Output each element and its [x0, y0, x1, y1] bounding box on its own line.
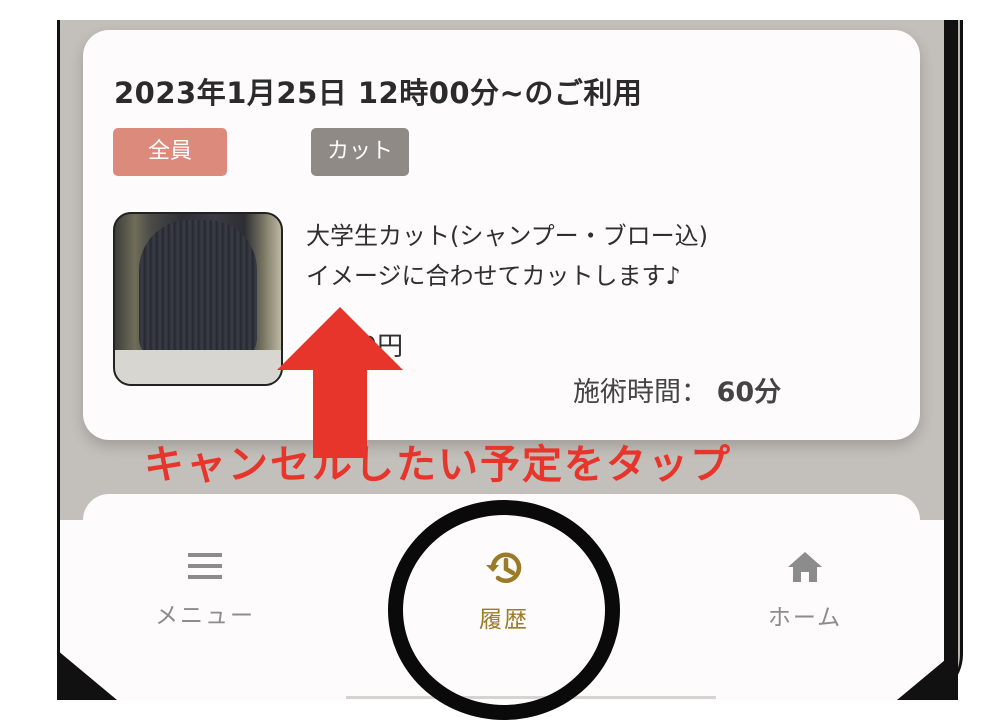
nav-home[interactable]: ホーム: [725, 550, 885, 632]
screenshot-stage: 2023年1月25日 12時00分~のご利用 全員 カット 大学生カット(シャン…: [0, 0, 1002, 720]
treatment-duration: 施術時間： 60分: [573, 370, 781, 409]
target-tag: 全員: [113, 128, 227, 176]
cape-image: [115, 350, 281, 384]
hair-image: [139, 220, 257, 362]
menu-photo: [113, 212, 283, 386]
category-tag: カット: [311, 128, 409, 176]
menu-icon: [188, 553, 222, 579]
nav-menu-label: メニュー: [155, 603, 255, 629]
home-icon: [788, 552, 822, 582]
menu-description: 大学生カット(シャンプー・ブロー込) イメージに合わせてカットします♪: [306, 216, 708, 296]
nav-home-label: ホーム: [767, 605, 843, 631]
reservation-card[interactable]: 2023年1月25日 12時00分~のご利用 全員 カット 大学生カット(シャン…: [83, 30, 920, 440]
nav-menu[interactable]: メニュー: [125, 550, 285, 630]
tap-instruction: キャンセルしたい予定をタップ: [144, 442, 732, 488]
menu-name: 大学生カット(シャンプー・ブロー込): [306, 222, 709, 250]
reservation-datetime: 2023年1月25日 12時00分~のご利用: [114, 76, 643, 110]
duration-label: 施術時間：: [573, 377, 708, 408]
menu-note: イメージに合わせてカットします♪: [306, 262, 681, 290]
phone-edge: [944, 20, 958, 700]
highlight-circle: [388, 500, 620, 720]
duration-value: 60分: [716, 377, 782, 408]
